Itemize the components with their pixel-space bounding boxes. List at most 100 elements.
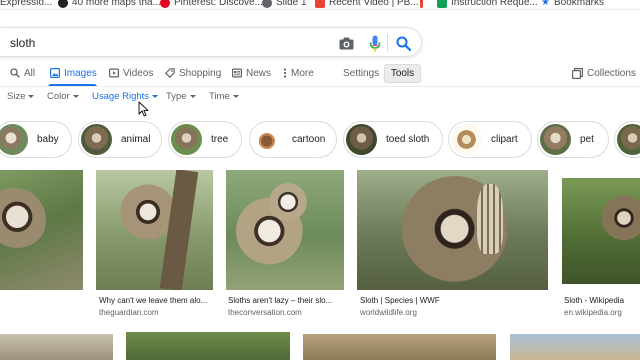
chip-more[interactable] (614, 121, 640, 158)
bookmark-item[interactable]: Expressio... (0, 0, 53, 9)
chip-cartoon[interactable]: cartoon (249, 121, 337, 158)
tab-shopping[interactable]: Shopping (165, 62, 221, 84)
image-result[interactable] (126, 332, 290, 360)
chip-tree[interactable]: tree (168, 121, 242, 158)
image-result[interactable] (562, 178, 640, 284)
bookmark-label: Recent Video | PB... (329, 0, 419, 8)
newspaper-icon (232, 68, 242, 78)
tools-button[interactable]: Tools (384, 64, 421, 83)
bookmark-label: 40 more maps tha... (72, 0, 161, 8)
result-title[interactable]: Why can't we leave them alo... (99, 296, 211, 305)
bookmark-label: Bookmarks (553, 0, 604, 8)
search-input[interactable]: sloth (10, 36, 35, 50)
video-icon (109, 68, 119, 78)
chip-thumbnail (252, 124, 283, 155)
chip-baby[interactable]: baby (0, 121, 72, 158)
search-divider (387, 34, 388, 52)
chip-thumbnail (346, 124, 377, 155)
chip-label: toed sloth (386, 134, 430, 145)
more-vert-icon (283, 68, 287, 78)
image-result[interactable] (357, 170, 548, 290)
image-result[interactable] (0, 334, 113, 360)
sloth-claws (477, 184, 503, 254)
bookmark-label: Expressio... (0, 0, 53, 8)
search-icon[interactable] (393, 33, 413, 53)
pinterest-icon (160, 0, 170, 8)
sloth-photo (598, 192, 640, 244)
chip-thumbnail (617, 124, 640, 155)
bookmark-label: Pinterest: Discove... (174, 0, 263, 8)
tab-videos[interactable]: Videos (109, 62, 153, 84)
bookmark-label: Instruction Reque... (451, 0, 538, 8)
tab-label: More (291, 67, 314, 79)
search-box[interactable]: sloth (0, 27, 422, 57)
tabs-divider (0, 86, 640, 87)
tab-images[interactable]: Images (50, 62, 97, 84)
bookmarks-bar: Expressio... 40 more maps tha... Pintere… (0, 0, 640, 10)
caret-down-icon (28, 95, 35, 98)
chip-thumbnail (171, 124, 202, 155)
chip-thumbnail (0, 124, 28, 155)
tab-label: Tools (390, 68, 415, 79)
caret-down-icon (152, 95, 159, 98)
chip-label: animal (121, 134, 151, 145)
filter-label: Size (7, 91, 26, 102)
camera-icon[interactable] (336, 33, 356, 53)
image-result[interactable] (303, 334, 496, 360)
chip-label: cartoon (292, 134, 326, 145)
microphone-icon[interactable] (365, 33, 385, 53)
pbs-icon (315, 0, 325, 8)
bookmark-item[interactable]: 40 more maps tha... (58, 0, 161, 9)
bookmark-item[interactable]: Pinterest: Discove... (160, 0, 263, 9)
chip-label: clipart (491, 134, 518, 145)
result-title[interactable]: Sloth | Species | WWF (360, 296, 546, 305)
search-tabs: All Images Videos Shopping News More Set… (0, 62, 640, 87)
chip-thumbnail (451, 124, 482, 155)
red-bookmark-icon (420, 0, 423, 8)
bookmark-item[interactable]: Instruction Reque... (437, 0, 538, 9)
baby-sloth-photo (266, 180, 310, 224)
mouse-pointer-icon (138, 101, 149, 117)
bookmark-item[interactable]: Slide 1 (262, 0, 307, 9)
filter-size[interactable]: Size (7, 91, 35, 102)
tab-news[interactable]: News (232, 62, 271, 84)
settings-button[interactable]: Settings (343, 62, 379, 84)
chip-animal[interactable]: animal (78, 121, 162, 158)
chip-pet[interactable]: pet (537, 121, 609, 158)
tools-filter-bar: Size Color Usage Rights Type Time (0, 89, 640, 105)
map-icon (58, 0, 68, 8)
result-title[interactable]: Sloths aren't lazy – their slo... (228, 296, 342, 305)
sloth-photo (0, 188, 46, 252)
tab-label: Collections (587, 67, 636, 79)
image-result[interactable] (510, 334, 640, 360)
filter-label: Time (209, 91, 230, 102)
tab-label: Videos (123, 67, 154, 79)
collections-button[interactable]: Collections (572, 62, 636, 84)
result-source: en.wikipedia.org (564, 308, 622, 317)
bookmark-item[interactable]: ★ Bookmarks (541, 0, 604, 9)
sheets-icon (437, 0, 447, 8)
tab-more[interactable]: More (283, 62, 314, 84)
filter-time[interactable]: Time (209, 91, 239, 102)
star-icon: ★ (541, 0, 550, 8)
filter-color[interactable]: Color (47, 91, 79, 102)
result-title[interactable]: Sloth - Wikipedia (564, 296, 640, 305)
chip-label: pet (580, 134, 594, 145)
tab-label: Images (64, 67, 97, 79)
tab-label: All (24, 67, 36, 79)
tab-all[interactable]: All (10, 62, 35, 84)
globe-icon (262, 0, 272, 8)
chip-thumbnail (81, 124, 112, 155)
bookmark-item[interactable] (420, 0, 423, 9)
filter-type[interactable]: Type (166, 91, 196, 102)
image-result[interactable] (96, 170, 213, 290)
chip-label: baby (37, 134, 59, 145)
tab-label: Settings (343, 67, 380, 79)
tab-label: News (246, 67, 272, 79)
collections-icon (572, 67, 583, 79)
chip-clipart[interactable]: clipart (448, 121, 532, 158)
bookmark-item[interactable]: Recent Video | PB... (315, 0, 419, 9)
image-result[interactable] (0, 170, 83, 290)
chip-toed-sloth[interactable]: toed sloth (343, 121, 443, 158)
image-result[interactable] (226, 170, 344, 290)
